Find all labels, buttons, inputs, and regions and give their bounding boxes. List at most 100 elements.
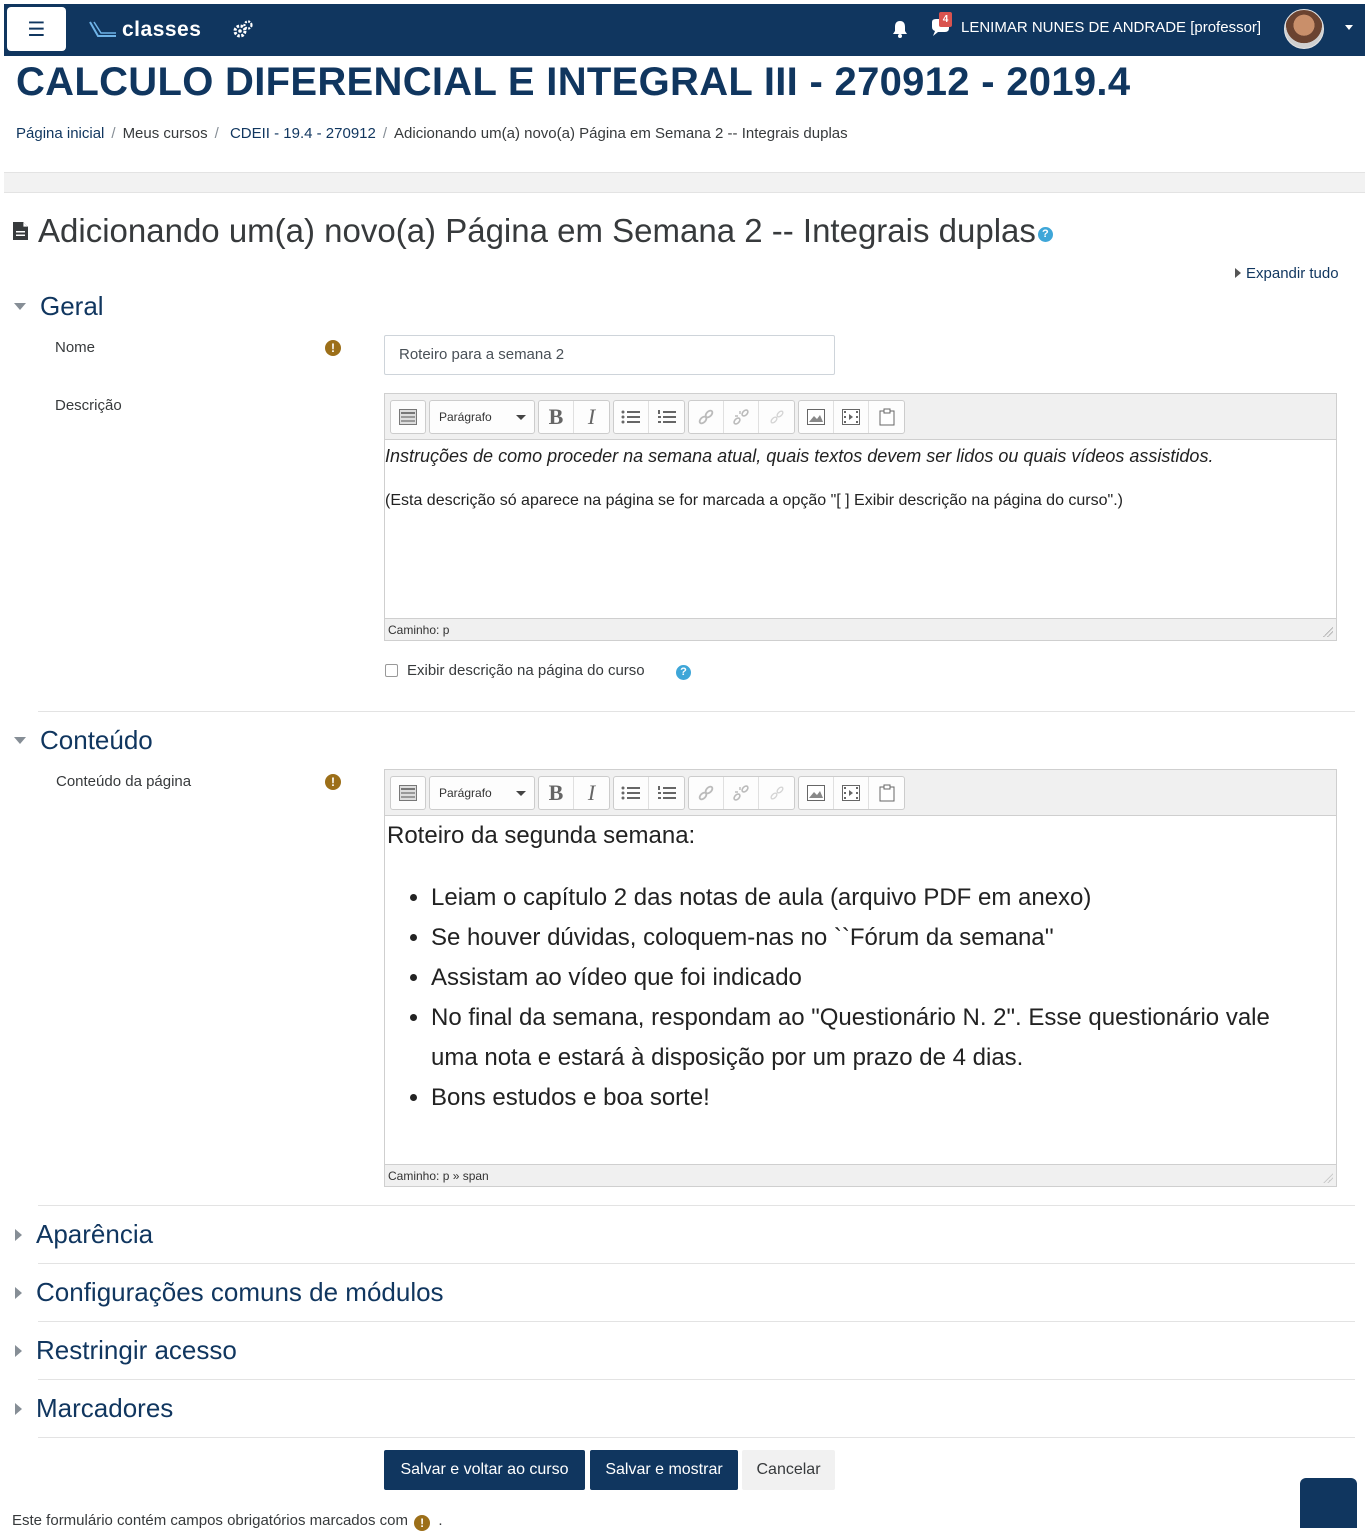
page-content-label: Conteúdo da página — [56, 773, 192, 790]
image-button[interactable] — [799, 401, 834, 433]
cancel-button[interactable]: Cancelar — [742, 1450, 835, 1490]
image-icon — [807, 409, 825, 425]
image-button[interactable] — [799, 777, 834, 809]
link-button[interactable] — [689, 777, 724, 809]
section-restrict-access-header[interactable]: Restringir acesso — [15, 1335, 237, 1366]
clipboard-icon — [879, 784, 894, 802]
breadcrumb: Página inicial / Meus cursos / CDEII - 19.4… — [16, 125, 848, 142]
unlink-icon — [733, 785, 749, 801]
divider — [38, 1379, 1355, 1380]
page-title: Adicionando um(a) novo(a) Página em Sema… — [12, 212, 1053, 250]
bullet-list-icon — [621, 410, 640, 424]
content-path: Caminho: p » span — [388, 1169, 489, 1183]
section-content-title: Conteúdo — [40, 725, 153, 755]
format-select[interactable]: Parágrafo — [430, 401, 534, 433]
collapse-caret-icon — [14, 737, 26, 744]
expand-all-link[interactable]: Expandir tudo — [1235, 265, 1339, 282]
breadcrumb-course[interactable]: CDEII - 19.4 - 270912 — [230, 125, 376, 142]
top-navbar: ☰ classes 4 LENIMAR NUNES DE ANDRADE [pr… — [4, 4, 1365, 56]
expand-caret-icon — [15, 1402, 22, 1415]
image-icon — [807, 785, 825, 801]
divider — [38, 1437, 1355, 1438]
save-and-return-button[interactable]: Salvar e voltar ao curso — [384, 1450, 585, 1490]
link-icon — [698, 785, 714, 801]
italic-button[interactable]: I — [574, 401, 609, 433]
link-button[interactable] — [689, 401, 724, 433]
bold-button[interactable]: B — [539, 401, 574, 433]
unlink-button[interactable] — [724, 401, 759, 433]
required-icon: ! — [325, 340, 341, 356]
course-title: CALCULO DIFERENCIAL E INTEGRAL III - 270… — [16, 60, 1131, 104]
anchor-button[interactable] — [759, 777, 794, 809]
toolbar-toggle-button[interactable] — [391, 777, 425, 809]
bell-icon[interactable] — [890, 19, 910, 39]
help-icon[interactable]: ? — [676, 665, 691, 680]
resize-handle-icon[interactable] — [1323, 627, 1333, 637]
help-icon[interactable]: ? — [1037, 226, 1053, 242]
media-button[interactable] — [834, 777, 869, 809]
site-logo[interactable]: classes — [88, 16, 201, 44]
section-restrict-access-title: Restringir acesso — [36, 1335, 237, 1365]
name-label: Nome — [55, 339, 96, 356]
required-fields-note: Este formulário contém campos obrigatóri… — [12, 1512, 443, 1531]
list-item: Bons estudos e boa sorte! — [431, 1078, 1309, 1118]
bullet-list-icon — [621, 786, 640, 800]
section-general-header[interactable]: Geral — [14, 291, 104, 322]
manage-files-button[interactable] — [869, 777, 904, 809]
bullet-list-button[interactable] — [614, 401, 649, 433]
avatar[interactable] — [1284, 9, 1324, 49]
page-content-editor[interactable]: Parágrafo B I Roteiro da segunda semana: — [384, 769, 1337, 1187]
format-select-value: Parágrafo — [439, 410, 492, 424]
content-list: Leiam o capítulo 2 das notas de aula (ar… — [409, 878, 1309, 1118]
unlink-button[interactable] — [724, 777, 759, 809]
numbered-list-button[interactable] — [649, 401, 684, 433]
description-label: Descrição — [55, 397, 122, 414]
unlink-icon — [733, 409, 749, 425]
floating-action-button[interactable] — [1300, 1478, 1357, 1528]
breadcrumb-home[interactable]: Página inicial — [16, 125, 104, 142]
name-input[interactable]: Roteiro para a semana 2 — [384, 335, 835, 375]
show-description-checkbox[interactable] — [385, 664, 398, 677]
numbered-list-button[interactable] — [649, 777, 684, 809]
expand-caret-icon — [15, 1344, 22, 1357]
media-button[interactable] — [834, 401, 869, 433]
section-general-title: Geral — [40, 291, 104, 321]
bold-icon: B — [548, 404, 564, 429]
content-path-bar: Caminho: p » span — [385, 1164, 1336, 1186]
expand-all-label: Expandir tudo — [1246, 265, 1339, 282]
section-common-module-settings-title: Configurações comuns de módulos — [36, 1277, 444, 1307]
manage-files-button[interactable] — [869, 401, 904, 433]
description-editor[interactable]: Parágrafo B I Instruções de como procede… — [384, 393, 1337, 641]
page-title-text: Adicionando um(a) novo(a) Página em Sema… — [38, 212, 1036, 249]
link-icon — [698, 409, 714, 425]
resize-handle-icon[interactable] — [1323, 1173, 1333, 1183]
description-editor-body[interactable]: Instruções de como proceder na semana at… — [385, 440, 1336, 618]
description-path: Caminho: p — [388, 623, 450, 637]
format-select[interactable]: Parágrafo — [430, 777, 534, 809]
user-menu-caret-icon[interactable] — [1345, 25, 1353, 30]
italic-icon: I — [587, 404, 596, 429]
section-content-header[interactable]: Conteúdo — [14, 725, 153, 756]
section-appearance-header[interactable]: Aparência — [15, 1219, 153, 1250]
breadcrumb-my-courses[interactable]: Meus cursos — [123, 125, 208, 142]
divider — [38, 1263, 1355, 1264]
bold-button[interactable]: B — [539, 777, 574, 809]
gears-icon[interactable] — [232, 20, 254, 40]
section-tags-header[interactable]: Marcadores — [15, 1393, 173, 1424]
section-common-module-settings-header[interactable]: Configurações comuns de módulos — [15, 1277, 444, 1308]
dropdown-arrow-icon — [516, 415, 526, 420]
film-icon — [842, 785, 860, 801]
page-content-editor-body[interactable]: Roteiro da segunda semana: Leiam o capít… — [385, 816, 1336, 1164]
divider — [38, 711, 1355, 712]
list-item: Assistam ao vídeo que foi indicado — [431, 958, 1309, 998]
header-divider — [4, 172, 1365, 193]
hamburger-menu-button[interactable]: ☰ — [7, 7, 66, 51]
anchor-button[interactable] — [759, 401, 794, 433]
numbered-list-icon — [657, 410, 676, 423]
numbered-list-icon — [657, 786, 676, 799]
user-menu-name[interactable]: LENIMAR NUNES DE ANDRADE [professor] — [961, 19, 1261, 36]
toolbar-toggle-button[interactable] — [391, 401, 425, 433]
save-and-display-button[interactable]: Salvar e mostrar — [590, 1450, 738, 1490]
bullet-list-button[interactable] — [614, 777, 649, 809]
italic-button[interactable]: I — [574, 777, 609, 809]
